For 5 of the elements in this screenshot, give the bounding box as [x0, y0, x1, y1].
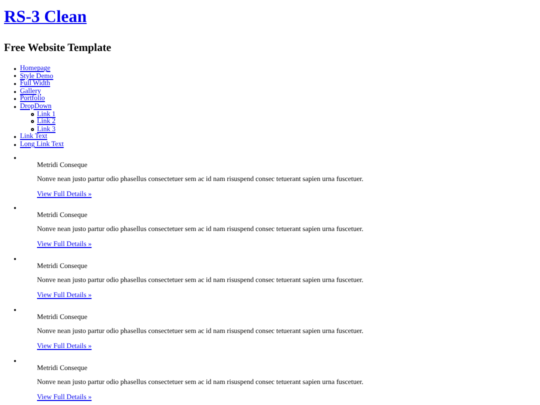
bullet-icon [31, 112, 34, 116]
tagline: Free Website Template [4, 42, 112, 55]
bullet-icon [31, 120, 34, 124]
site-title-link[interactable]: RS-3 Clean [4, 7, 87, 27]
bullet-icon [31, 128, 34, 132]
